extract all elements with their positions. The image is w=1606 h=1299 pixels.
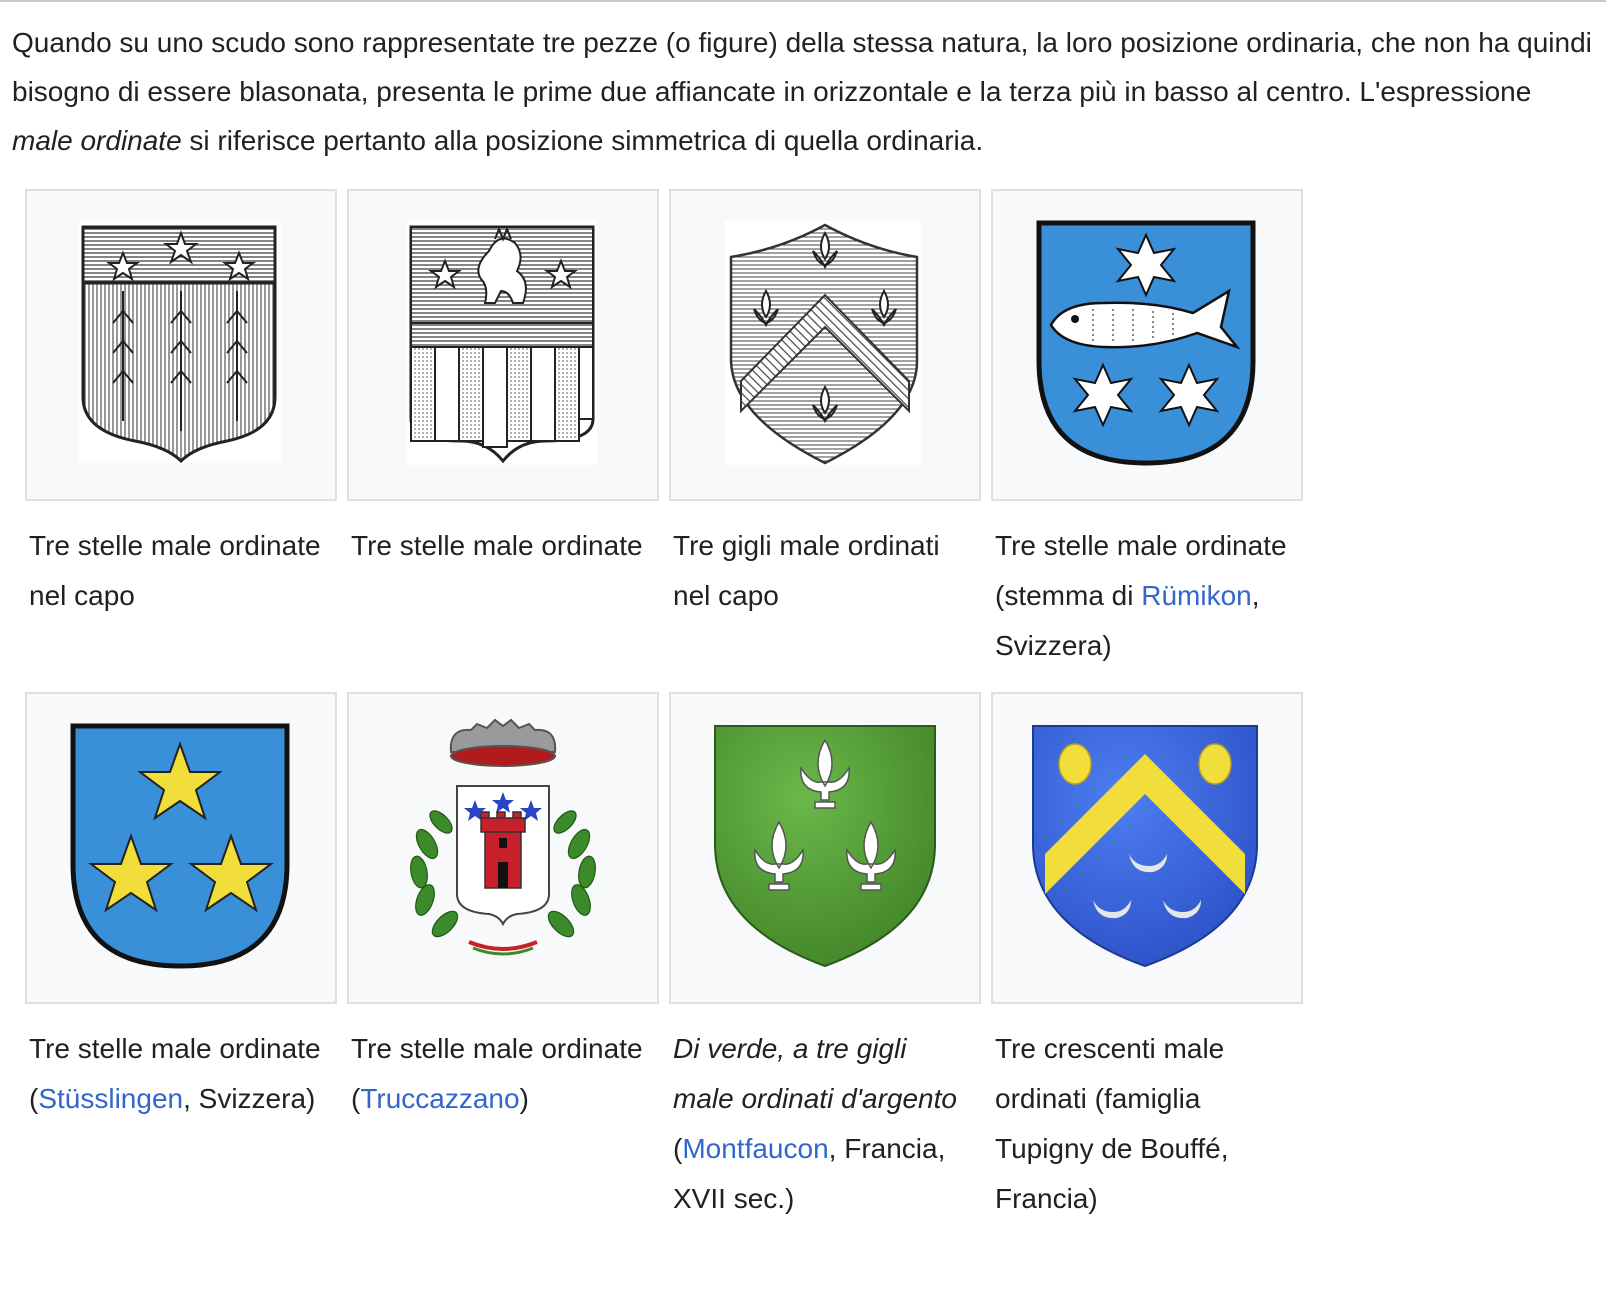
gallery-caption: Di verde, a tre gigli male ordinati d'ar… xyxy=(673,1024,973,1224)
link-montfaucon[interactable]: Montfaucon xyxy=(682,1133,828,1164)
shield-three-gold-stars-icon[interactable] xyxy=(27,694,339,1006)
caption-blazon: Di verde, a tre gigli male ordinati d'ar… xyxy=(673,1033,957,1114)
gallery-caption: Tre stelle male ordinate (Truccazzano) xyxy=(351,1024,651,1124)
thumbnail-frame[interactable] xyxy=(669,189,981,501)
caption-text-end: , Svizzera) xyxy=(183,1083,316,1114)
engraved-shield-chevron-lilies-icon[interactable] xyxy=(671,191,983,503)
thumbnail-frame[interactable] xyxy=(991,189,1303,501)
thumbnail-frame[interactable] xyxy=(347,189,659,501)
intro-emphasis: male ordinate xyxy=(12,125,182,156)
thumbnail-frame[interactable] xyxy=(25,189,337,501)
caption-text: Tre stelle male ordinate xyxy=(351,530,643,561)
link-rumikon[interactable]: Rümikon xyxy=(1141,580,1251,611)
engraved-shield-stars-in-chief-icon[interactable] xyxy=(27,191,339,503)
gallery-caption: Tre crescenti male ordinati (famiglia Tu… xyxy=(995,1024,1295,1224)
intro-text-end: si riferisce pertanto alla posizione sim… xyxy=(181,125,984,156)
thumbnail-frame[interactable] xyxy=(669,692,981,1004)
green-shield-silver-lilies-icon[interactable] xyxy=(671,694,983,1006)
engraved-shield-lion-stars-icon[interactable] xyxy=(349,191,661,503)
gallery-caption: Tre stelle male ordinate (stemma di Rümi… xyxy=(995,521,1295,671)
civic-shield-tower-crown-icon[interactable] xyxy=(349,694,661,1006)
caption-text: Tre stelle male ordinate nel capo xyxy=(29,530,321,611)
thumbnail-frame[interactable] xyxy=(25,692,337,1004)
thumbnail-frame[interactable] xyxy=(347,692,659,1004)
blue-shield-chevron-crescents-icon[interactable] xyxy=(993,694,1305,1006)
gallery-caption: Tre gigli male ordinati nel capo xyxy=(673,521,973,621)
caption-text: Tre gigli male ordinati nel capo xyxy=(673,530,940,611)
gallery-caption: Tre stelle male ordinate xyxy=(351,521,651,571)
gallery-caption: Tre stelle male ordinate nel capo xyxy=(29,521,329,621)
caption-text: ( xyxy=(673,1133,683,1164)
top-divider xyxy=(0,0,1606,2)
shield-fish-stars-icon[interactable] xyxy=(993,191,1305,503)
caption-text: Tre crescenti male ordinati (famiglia Tu… xyxy=(995,1033,1229,1214)
caption-text-end: ) xyxy=(519,1083,529,1114)
intro-paragraph: Quando su uno scudo sono rappresentate t… xyxy=(12,18,1592,165)
thumbnail-frame[interactable] xyxy=(991,692,1303,1004)
gallery-caption: Tre stelle male ordinate (Stüsslingen, S… xyxy=(29,1024,329,1124)
intro-text-start: Quando su uno scudo sono rappresentate t… xyxy=(12,27,1592,107)
link-stusslingen[interactable]: Stüsslingen xyxy=(38,1083,183,1114)
link-truccazzano[interactable]: Truccazzano xyxy=(360,1083,519,1114)
